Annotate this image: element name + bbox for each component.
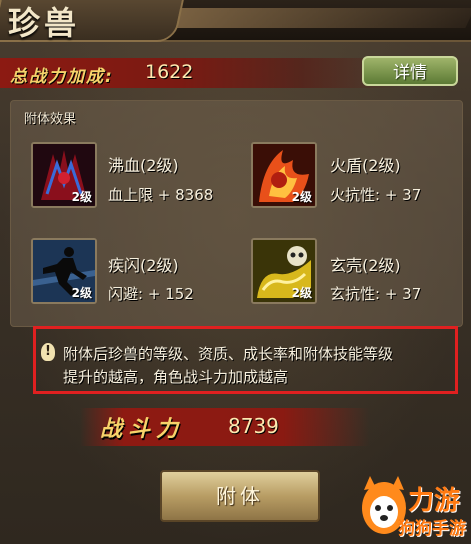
skull-shell-icon[interactable]: 2级 <box>251 238 317 304</box>
combat-power-value: 8739 <box>228 414 279 438</box>
effects-header: 附体效果 <box>24 112 77 127</box>
blood-claw-icon[interactable]: 2级 <box>31 142 97 208</box>
tip-text-line-2: 提升的越高，角色战斗力加成越高 <box>63 368 289 386</box>
skill-level-tag: 2级 <box>291 286 312 300</box>
tip-text-line-1: 附体后珍兽的等级、资质、成长率和附体技能等级 <box>63 345 394 363</box>
dash-figure-icon[interactable]: 2级 <box>31 238 97 304</box>
skill-name: 疾闪(2级) <box>108 256 179 275</box>
skill-stat: 玄抗性: + 37 <box>330 285 422 303</box>
skill-level-tag: 2级 <box>291 190 312 204</box>
title-brush-stroke <box>145 8 471 28</box>
watermark-brand-top: 力游 <box>408 486 461 516</box>
exclamation-icon: ! <box>41 343 55 361</box>
total-power-label: 总战力加成: <box>10 67 114 87</box>
page-title: 珍兽 <box>8 4 81 42</box>
skill-stat: 火抗性: + 37 <box>330 186 422 204</box>
total-power-value: 1622 <box>145 61 194 83</box>
skill-level-tag: 2级 <box>71 190 92 204</box>
skill-name: 沸血(2级) <box>108 156 179 175</box>
skill-level-tag: 2级 <box>71 286 92 300</box>
detail-button[interactable]: 详情 <box>362 56 458 86</box>
skill-name: 玄壳(2级) <box>330 256 401 275</box>
attach-button[interactable]: 附体 <box>160 470 320 522</box>
skill-stat: 闪避: + 152 <box>108 285 194 303</box>
combat-power-label: 战斗力 <box>100 417 185 442</box>
title-bar: 珍兽 <box>0 0 471 42</box>
watermark-brand-bottom: 狗狗手游 <box>398 519 466 539</box>
fire-shield-icon[interactable]: 2级 <box>251 142 317 208</box>
skill-stat: 血上限 + 8368 <box>108 186 214 204</box>
skill-name: 火盾(2级) <box>330 156 401 175</box>
